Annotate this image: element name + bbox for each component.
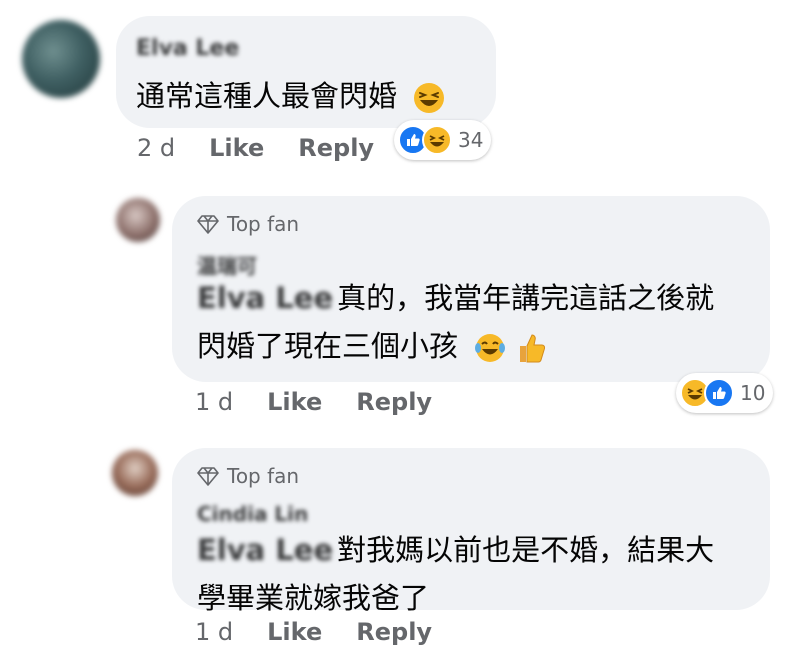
top-fan-badge: Top fan xyxy=(197,464,299,488)
comment-text: 通常這種人最會閃婚 xyxy=(136,72,446,120)
laughing-emoji xyxy=(414,83,445,113)
top-fan-label: Top fan xyxy=(227,212,300,236)
comment-text: Elva Lee 對我媽以前也是不婚，結果大 學畢業就嫁我爸了 xyxy=(197,526,714,622)
comment-time[interactable]: 1 d xyxy=(195,388,233,416)
like-button[interactable]: Like xyxy=(209,134,264,162)
haha-reaction-icon xyxy=(422,125,452,155)
reply-button[interactable]: Reply xyxy=(356,618,432,646)
comment-text: Elva Lee 真的，我當年講完這話之後就 閃婚了現在三個小孩 xyxy=(197,274,714,370)
reply-button[interactable]: Reply xyxy=(298,134,374,162)
like-button[interactable]: Like xyxy=(267,618,322,646)
comment-time[interactable]: 1 d xyxy=(195,618,233,646)
reaction-count: 34 xyxy=(458,128,484,152)
comment-text-body: 通常這種人最會閃婚 xyxy=(136,79,398,113)
comment-text-line: 真的，我當年講完這話之後就 xyxy=(337,281,715,315)
comment-text-line: 對我媽以前也是不婚，結果大 xyxy=(337,533,715,567)
thumbs-up-emoji xyxy=(520,334,546,363)
comment-actions: 1 d Like Reply xyxy=(195,618,432,646)
reaction-summary[interactable]: 10 xyxy=(676,373,774,413)
avatar[interactable] xyxy=(112,450,158,496)
top-fan-label: Top fan xyxy=(227,464,300,488)
mention-tag[interactable]: Elva Lee xyxy=(197,526,333,574)
avatar[interactable] xyxy=(22,20,100,98)
reply-button[interactable]: Reply xyxy=(356,388,432,416)
mention-tag[interactable]: Elva Lee xyxy=(197,274,333,322)
top-fan-badge: Top fan xyxy=(197,212,299,236)
like-button[interactable]: Like xyxy=(267,388,322,416)
diamond-icon xyxy=(197,467,219,486)
comment-actions: 1 d Like Reply xyxy=(195,388,432,416)
like-reaction-icon xyxy=(704,378,734,408)
comment-time[interactable]: 2 d xyxy=(137,134,175,162)
tears-of-joy-emoji xyxy=(475,334,506,362)
avatar[interactable] xyxy=(116,198,160,242)
reaction-summary[interactable]: 34 xyxy=(394,120,492,160)
comment-text-line: 閃婚了現在三個小孩 xyxy=(197,329,459,363)
comment-actions: 2 d Like Reply xyxy=(137,134,374,162)
comment-author[interactable]: Elva Lee xyxy=(136,36,239,61)
diamond-icon xyxy=(197,215,219,234)
reaction-count: 10 xyxy=(740,381,766,405)
comment-text-line: 學畢業就嫁我爸了 xyxy=(197,581,430,615)
comment-author[interactable]: Cindia Lin xyxy=(197,502,308,526)
